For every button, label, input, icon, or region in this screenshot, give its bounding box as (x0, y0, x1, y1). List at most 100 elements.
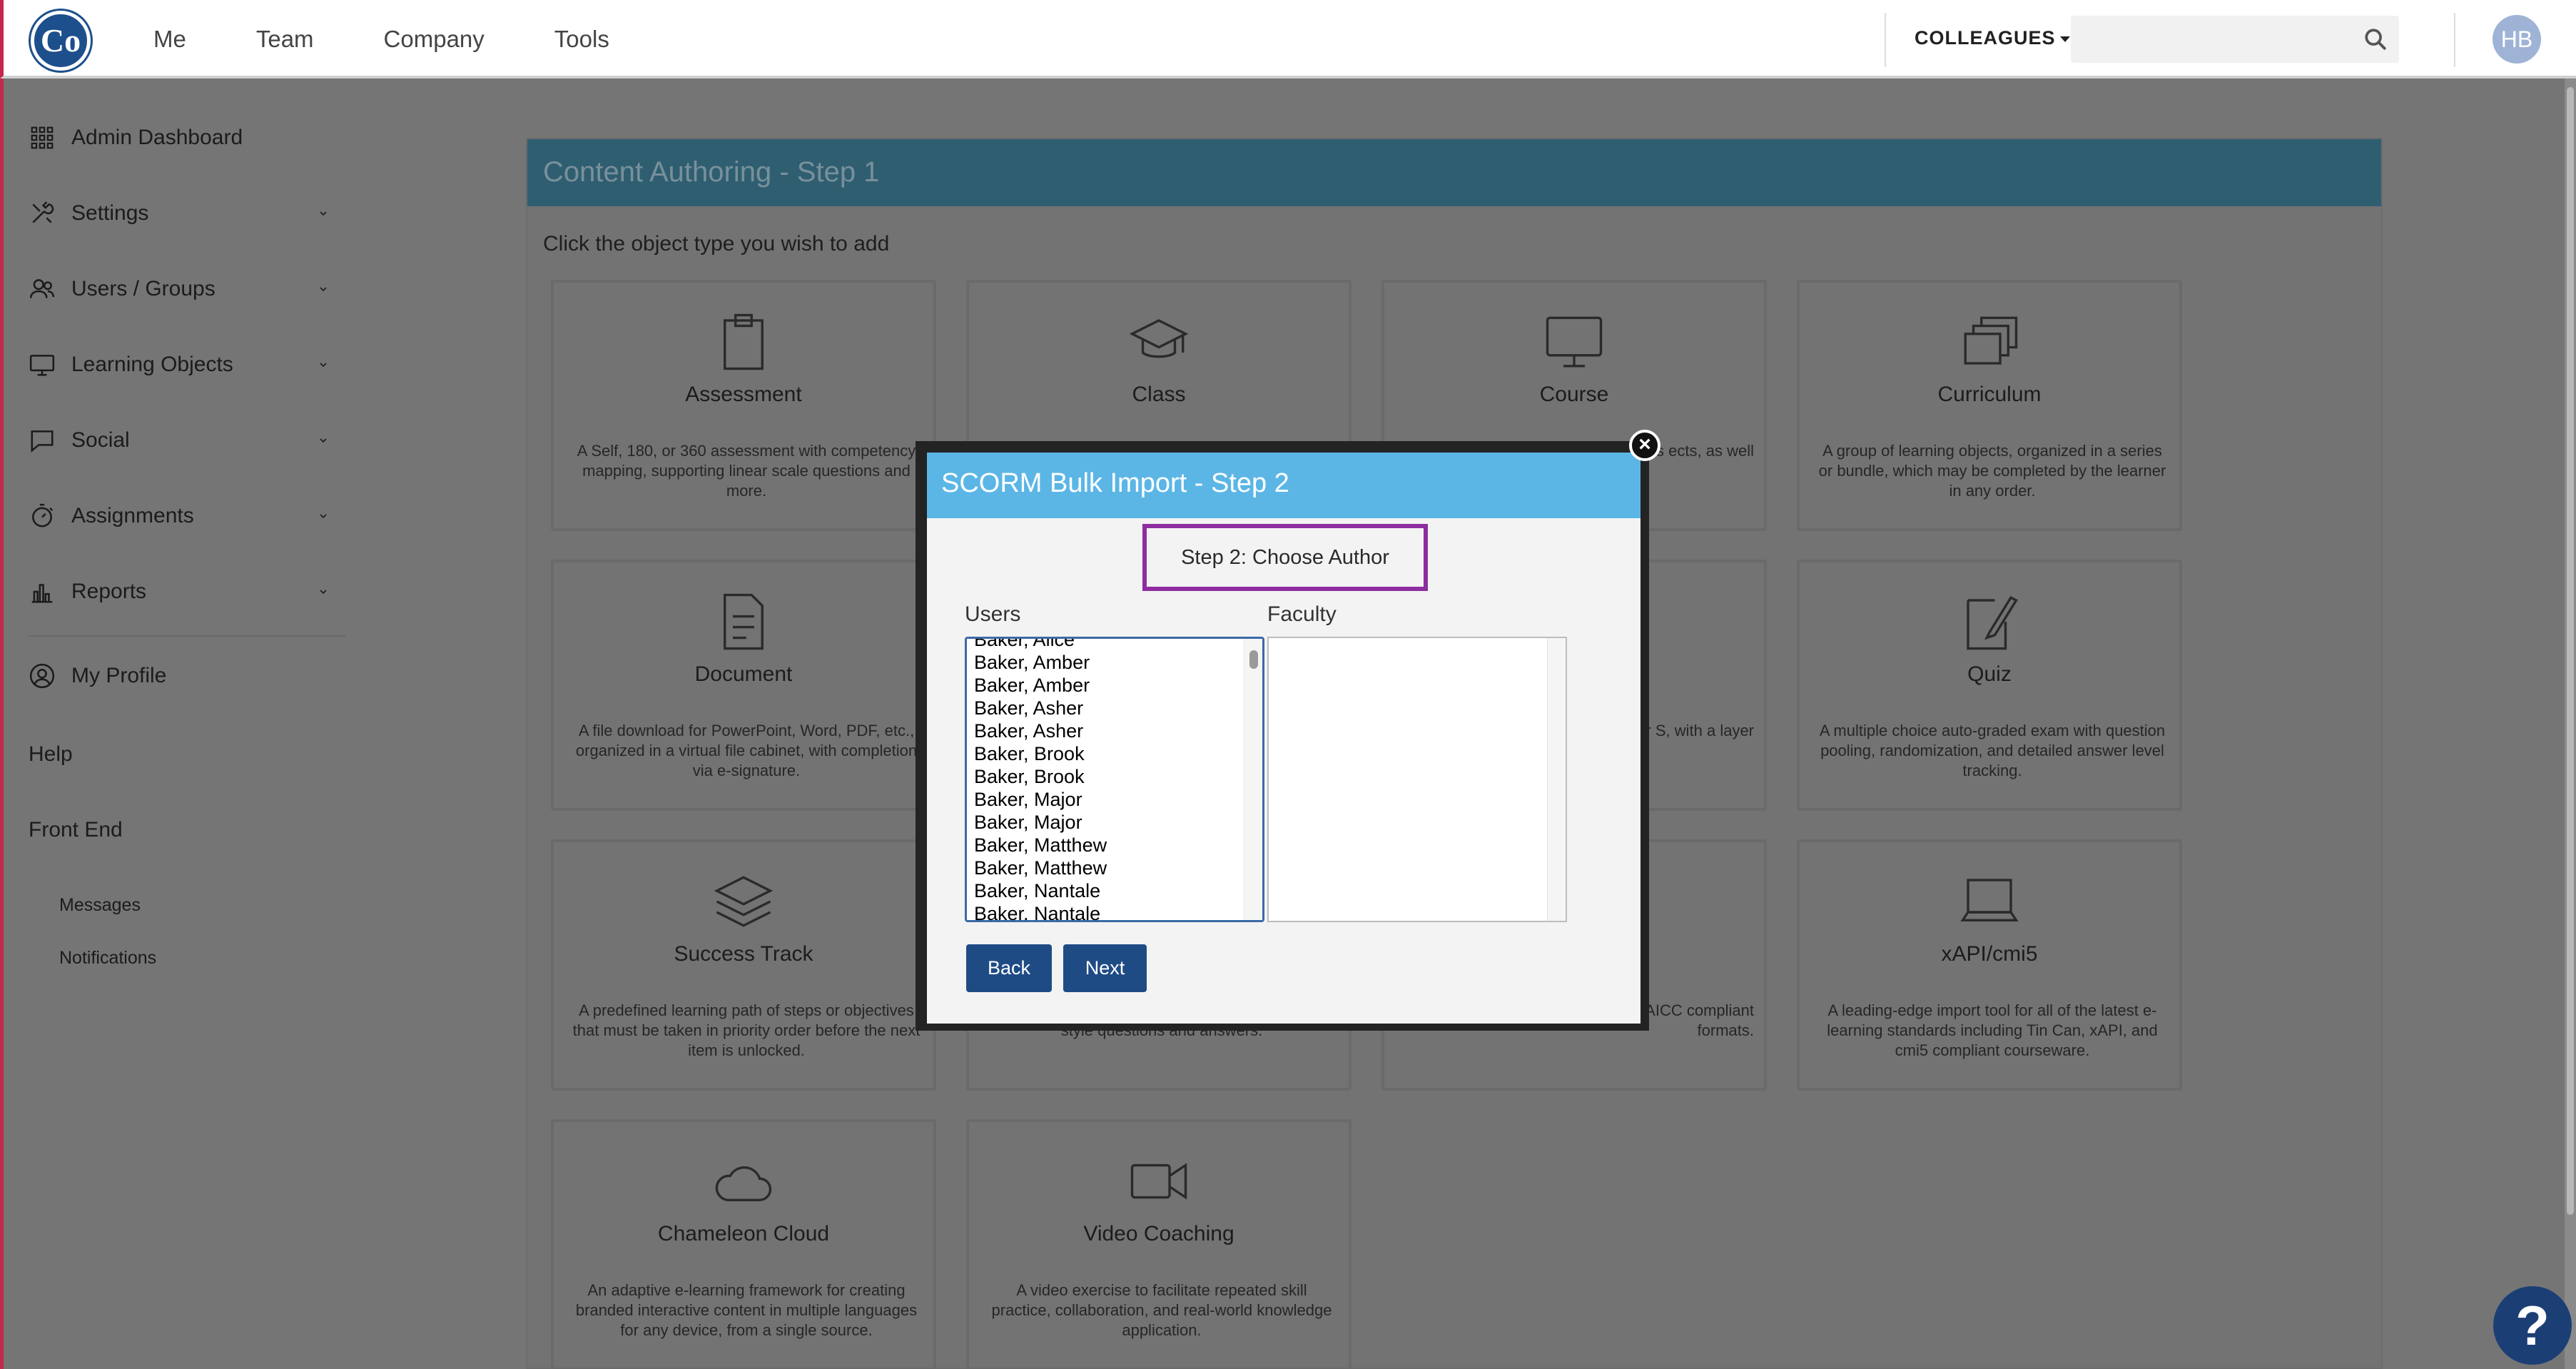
list-item[interactable]: Baker, Brook (974, 765, 1107, 788)
back-button[interactable]: Back (966, 944, 1052, 992)
sidebar-item-assignments[interactable]: Assignments (29, 502, 328, 530)
card-document[interactable]: Document A file download for PowerPoint,… (551, 560, 936, 811)
layers-icon (714, 876, 774, 927)
stack-icon (1964, 316, 2018, 365)
close-icon[interactable]: × (1629, 430, 1660, 461)
sidebar-item-my-profile[interactable]: My Profile (29, 662, 328, 689)
card-description: A multiple choice auto-graded exam with … (1819, 722, 2166, 779)
scrollbar-thumb[interactable] (2567, 87, 2574, 1215)
sidebar-sub-notifications[interactable]: Notifications (59, 948, 156, 969)
colleagues-dropdown[interactable]: COLLEAGUES (1915, 27, 2070, 49)
card-chameleon-cloud[interactable]: Chameleon Cloud An adaptive e-learning f… (551, 1119, 936, 1369)
card-description: A group of learning objects, organized i… (1818, 442, 2166, 500)
tools-icon (32, 201, 54, 223)
sidebar-sub-messages[interactable]: Messages (59, 895, 141, 916)
sidebar-item-users-groups[interactable]: Users / Groups (29, 276, 328, 303)
search-input[interactable] (2071, 16, 2349, 63)
modal-header: SCORM Bulk Import - Step 2 (927, 453, 1641, 518)
sidebar-item-learning-objects[interactable]: Learning Objects (29, 351, 328, 378)
list-item[interactable]: Baker, Matthew (974, 834, 1107, 857)
card-title: xAPI/cmi5 (1941, 942, 2038, 966)
next-button[interactable]: Next (1063, 944, 1147, 992)
chevron-down-icon (320, 590, 327, 595)
sidebar-item-social[interactable]: Social (29, 427, 328, 454)
laptop-icon (1960, 879, 2019, 921)
chevron-down-icon (320, 287, 327, 292)
sidebar-item-label: Social (71, 428, 130, 452)
chat-icon (31, 430, 54, 453)
pencil-icon (1967, 596, 2018, 650)
sidebar-item-admin-dashboard[interactable]: Admin Dashboard (29, 124, 328, 151)
list-item[interactable]: Baker, Asher (974, 719, 1107, 742)
panel-header: Content Authoring - Step 1 (527, 139, 2381, 206)
list-item[interactable]: Baker, Alice (974, 639, 1107, 651)
card-description: A predefined learning path of steps or o… (572, 1001, 921, 1059)
card-description: An adaptive e-learning framework for cre… (575, 1281, 918, 1339)
scrollbar-thumb[interactable] (1249, 650, 1258, 669)
user-circle-icon (29, 663, 55, 689)
card-success-track[interactable]: Success Track A predefined learning path… (551, 839, 936, 1091)
card-assessment[interactable]: Assessment A Self, 180, or 360 assessmen… (551, 280, 936, 531)
card-title: Curriculum (1937, 383, 2042, 406)
user-avatar[interactable]: HB (2493, 15, 2541, 64)
sidebar-item-front-end[interactable]: Front End (29, 818, 328, 842)
sidebar-item-help[interactable]: Help (29, 742, 328, 767)
card-title: Assessment (685, 383, 802, 406)
sidebar-item-settings[interactable]: Settings (29, 200, 328, 227)
caret-down-icon (2059, 36, 2070, 42)
list-item[interactable]: Baker, Brook (974, 742, 1107, 765)
list-item[interactable]: Baker, Nantale (974, 902, 1107, 920)
users-icon (29, 279, 55, 298)
top-nav-menu: Me Team Company Tools (153, 23, 679, 56)
card-curriculum[interactable]: Curriculum A group of learning objects, … (1797, 280, 2182, 531)
grid-icon (31, 126, 54, 149)
users-label: Users (965, 602, 1021, 626)
divider (2454, 13, 2455, 67)
card-title: Video Coaching (1083, 1222, 1234, 1246)
users-list-scrollbar[interactable] (1244, 639, 1262, 920)
list-item[interactable]: Baker, Major (974, 811, 1107, 834)
clipboard-icon (724, 313, 764, 370)
sidebar-item-label: Assignments (71, 504, 194, 527)
monitor-icon (1546, 316, 1603, 368)
modal-title: SCORM Bulk Import - Step 2 (941, 468, 1289, 498)
search-box (2071, 16, 2399, 63)
nav-tools[interactable]: Tools (554, 23, 609, 56)
card-title: Document (694, 662, 793, 686)
card-title: Quiz (1967, 662, 2012, 686)
cloud-icon (715, 1166, 772, 1201)
card-video-coaching[interactable]: Video Coaching A video exercise to facil… (966, 1119, 1352, 1369)
company-logo[interactable]: Co (31, 11, 91, 71)
list-item[interactable]: Baker, Amber (974, 651, 1107, 674)
sidebar-item-reports[interactable]: Reports (29, 578, 328, 605)
card-description: A file download for PowerPoint, Word, PD… (575, 722, 918, 779)
faculty-label: Faculty (1267, 602, 1337, 626)
panel-subtitle: Click the object type you wish to add (543, 232, 890, 256)
list-item[interactable]: Baker, Asher (974, 697, 1107, 719)
page-scrollbar[interactable] (2565, 79, 2576, 1369)
card-quiz[interactable]: Quiz A multiple choice auto-graded exam … (1797, 560, 2182, 811)
chevron-down-icon (320, 211, 327, 216)
card-xapi-cmi5[interactable]: xAPI/cmi5 A leading-edge import tool for… (1797, 839, 2182, 1091)
chevron-down-icon (320, 363, 327, 368)
faculty-listbox[interactable] (1267, 637, 1567, 922)
nav-me[interactable]: Me (153, 23, 186, 56)
card-title: Course (1539, 383, 1609, 406)
nav-team[interactable]: Team (256, 23, 314, 56)
search-icon[interactable] (2363, 27, 2388, 51)
card-title: Chameleon Cloud (657, 1222, 830, 1246)
sidebar-item-label: My Profile (71, 664, 167, 687)
faculty-list-scrollbar[interactable] (1547, 638, 1566, 921)
admin-sidebar: Admin Dashboard Settings Users / Groups … (0, 79, 350, 1369)
list-item[interactable]: Baker, Nantale (974, 879, 1107, 902)
nav-company[interactable]: Company (384, 23, 485, 56)
list-item[interactable]: Baker, Matthew (974, 857, 1107, 879)
help-button[interactable]: ? (2493, 1286, 2572, 1365)
document-icon (724, 593, 764, 650)
card-description: A Self, 180, or 360 assessment with comp… (577, 442, 916, 500)
stopwatch-icon (32, 503, 54, 527)
users-listbox[interactable]: Baker, Alice Baker, Amber Baker, Amber B… (965, 637, 1264, 922)
list-item[interactable]: Baker, Major (974, 788, 1107, 811)
monitor-icon (29, 355, 55, 376)
list-item[interactable]: Baker, Amber (974, 674, 1107, 697)
